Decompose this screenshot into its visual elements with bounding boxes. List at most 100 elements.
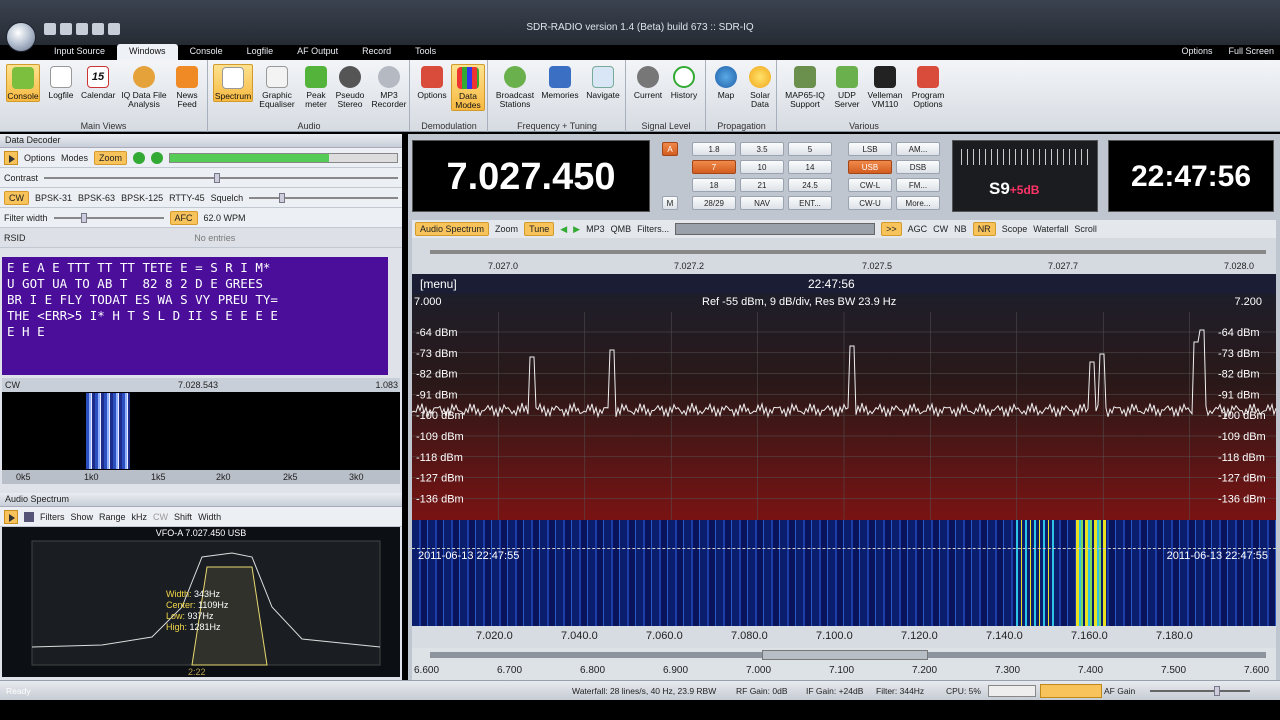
audio-spectrum-toggle[interactable]: Audio Spectrum xyxy=(415,222,490,236)
map65-button[interactable]: MAP65-IQ Support xyxy=(782,64,828,109)
mode-rtty45-button[interactable]: RTTY-45 xyxy=(169,193,205,203)
band-button[interactable]: 21 xyxy=(740,178,784,192)
agc-button[interactable]: AGC xyxy=(908,224,928,234)
width-button[interactable]: Width xyxy=(198,512,221,522)
mode-bpsk63-button[interactable]: BPSK-63 xyxy=(78,193,115,203)
mode-cw-button[interactable]: CW xyxy=(4,190,29,205)
options-link[interactable]: Options xyxy=(1181,46,1212,56)
graphic-equaliser-button[interactable]: Graphic Equaliser xyxy=(257,64,297,109)
khz-menu[interactable]: kHz xyxy=(132,512,148,522)
mode-button[interactable]: CW-U xyxy=(848,196,892,210)
audio-play-icon[interactable] xyxy=(4,509,18,524)
right-arrow-icon[interactable]: ▶ xyxy=(573,224,580,235)
mode-button[interactable]: AM... xyxy=(896,142,940,156)
tab-windows[interactable]: Windows xyxy=(117,44,178,60)
decoder-modes-menu[interactable]: Modes xyxy=(61,153,88,163)
decoder-zoom-button[interactable]: Zoom xyxy=(94,150,128,165)
filters-button[interactable]: Filters... xyxy=(637,224,669,234)
nb-button[interactable]: NB xyxy=(954,224,967,234)
wide-band-scale[interactable]: 6.600 6.700 6.800 6.900 7.000 7.100 7.200 7.300… xyxy=(412,648,1276,680)
mode-button[interactable]: FM... xyxy=(896,178,940,192)
console-button[interactable]: Console xyxy=(6,64,40,102)
cw-button[interactable]: CW xyxy=(933,224,948,234)
news-feed-button[interactable]: News Feed xyxy=(170,64,204,109)
mode-button[interactable]: DSB xyxy=(896,160,940,174)
qat-settings-icon[interactable] xyxy=(60,23,72,35)
pause-icon[interactable] xyxy=(24,511,34,522)
mode-button[interactable]: USB xyxy=(848,160,892,174)
band-button[interactable]: 3.5 xyxy=(740,142,784,156)
play-icon[interactable] xyxy=(4,150,18,165)
mp3-recorder-button[interactable]: MP3 Recorder xyxy=(369,64,409,109)
mode-button[interactable]: CW-L xyxy=(848,178,892,192)
tune-button[interactable]: Tune xyxy=(524,222,555,236)
calendar-button[interactable]: 15 Calendar xyxy=(81,64,116,100)
tab-tools[interactable]: Tools xyxy=(403,44,448,60)
shift-button[interactable]: Shift xyxy=(174,512,192,522)
band-button[interactable]: 14 xyxy=(788,160,832,174)
qmb-button[interactable]: QMB xyxy=(611,224,632,234)
nr-button[interactable]: NR xyxy=(972,222,996,236)
zoom-button[interactable]: Zoom xyxy=(495,224,518,234)
squelch-slider[interactable] xyxy=(249,192,398,203)
iq-data-file-button[interactable]: IQ Data File Analysis xyxy=(120,64,168,109)
qat-calendar-icon[interactable] xyxy=(76,23,88,35)
band-button[interactable]: 18 xyxy=(692,178,736,192)
program-options-button[interactable]: Program Options xyxy=(908,64,948,109)
qat-new-icon[interactable] xyxy=(44,23,56,35)
mode-button[interactable]: More... xyxy=(896,196,940,210)
decoded-text-area[interactable]: E E A E TTT TT TT TETE E = S R I M* U GO… xyxy=(2,257,388,375)
rf-spectrum[interactable]: 7.000 Ref -55 dBm, 9 dB/div, Res BW 23.9… xyxy=(412,294,1276,520)
cw-toggle[interactable]: CW xyxy=(153,512,168,522)
more-button[interactable]: >> xyxy=(881,222,902,236)
scroll-menu[interactable]: Scroll xyxy=(1074,224,1097,234)
filter-width-slider[interactable] xyxy=(53,212,164,223)
back-icon[interactable] xyxy=(133,151,146,164)
contrast-slider[interactable] xyxy=(44,172,398,183)
velleman-button[interactable]: Velleman VM110 xyxy=(864,64,906,109)
scope-button[interactable]: Scope xyxy=(1002,224,1028,234)
tab-input-source[interactable]: Input Source xyxy=(42,44,117,60)
spectrum-menu[interactable]: [menu] xyxy=(420,277,457,291)
spectrum-button[interactable]: Spectrum xyxy=(213,64,253,102)
peak-meter-button[interactable]: Peak meter xyxy=(299,64,333,109)
left-arrow-icon[interactable]: ◀ xyxy=(560,224,567,235)
memories-button[interactable]: Memories xyxy=(539,64,581,100)
vfo-a-button[interactable]: A xyxy=(662,142,678,156)
band-button[interactable]: 28/29 xyxy=(692,196,736,210)
forward-icon[interactable] xyxy=(151,151,164,164)
mp3-button[interactable]: MP3 xyxy=(586,224,605,234)
speaker-icon[interactable] xyxy=(1040,684,1102,698)
qat-save-icon[interactable] xyxy=(92,23,104,35)
band-button[interactable]: 1.8 xyxy=(692,142,736,156)
tab-record[interactable]: Record xyxy=(350,44,403,60)
waterfall-button[interactable]: Waterfall xyxy=(1033,224,1068,234)
memory-button[interactable]: M xyxy=(662,196,678,210)
filter-scroll[interactable] xyxy=(675,223,876,235)
qat-home-icon[interactable] xyxy=(108,23,120,35)
current-level-button[interactable]: Current xyxy=(631,64,665,100)
tab-logfile[interactable]: Logfile xyxy=(235,44,286,60)
fullscreen-link[interactable]: Full Screen xyxy=(1228,46,1274,56)
band-button[interactable]: NAV xyxy=(740,196,784,210)
filters-menu[interactable]: Filters xyxy=(40,512,65,522)
af-gain-slider[interactable] xyxy=(1150,686,1250,696)
pseudo-stereo-button[interactable]: Pseudo Stereo xyxy=(333,64,367,109)
data-modes-button[interactable]: Data Modes xyxy=(451,64,485,111)
history-button[interactable]: History xyxy=(667,64,701,100)
tab-af-output[interactable]: AF Output xyxy=(285,44,350,60)
logfile-button[interactable]: Logfile xyxy=(44,64,78,100)
udp-server-button[interactable]: UDP Server xyxy=(830,64,864,109)
mode-button[interactable]: LSB xyxy=(848,142,892,156)
show-menu[interactable]: Show xyxy=(71,512,94,522)
band-button[interactable]: 7 xyxy=(692,160,736,174)
app-orb-button[interactable] xyxy=(6,22,36,52)
demod-options-button[interactable]: Options xyxy=(415,64,449,100)
band-button[interactable]: 24.5 xyxy=(788,178,832,192)
solar-data-button[interactable]: Solar Data xyxy=(743,64,777,109)
broadcast-stations-button[interactable]: Broadcast Stations xyxy=(493,64,537,109)
band-button[interactable]: 10 xyxy=(740,160,784,174)
vfo-frequency-display[interactable]: 7.027.450 xyxy=(412,140,650,212)
band-button[interactable]: ENT... xyxy=(788,196,832,210)
waterfall-display[interactable]: 2011-06-13 22:47:55 2011-06-13 22:47:55 xyxy=(412,520,1276,626)
